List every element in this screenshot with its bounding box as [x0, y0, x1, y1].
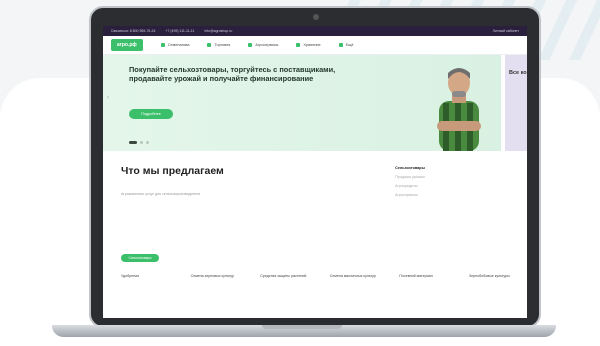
- account-link[interactable]: Личный кабинет: [493, 29, 519, 33]
- chevron-left-icon[interactable]: ‹: [107, 95, 109, 101]
- category-item[interactable]: Удобрения: [121, 274, 173, 279]
- category-list: Удобрения Семена зерновых культур Средст…: [121, 274, 521, 279]
- hero-banner: ‹ Покупайте сельхозтовары, торгуйтесь с …: [103, 55, 501, 151]
- side-item[interactable]: Агросервисы: [395, 193, 475, 197]
- topbar-left-text: Связаться: 8 800 555-76-24: [111, 29, 156, 33]
- topbar-mail[interactable]: info@agroshop.ru: [204, 29, 232, 33]
- side-item[interactable]: Продажа урожая: [395, 175, 475, 179]
- camera-icon: [313, 14, 319, 20]
- offer-subtitle: Агрокомплекс услуг для сельхозпроизводит…: [121, 192, 201, 196]
- category-item[interactable]: Средства защиты растений: [260, 274, 312, 279]
- slider-dots: [129, 141, 149, 144]
- next-slide-preview[interactable]: Все ком: [505, 55, 527, 151]
- hero-title: Покупайте сельхозтовары, торгуйтесь с по…: [129, 65, 336, 83]
- category-item[interactable]: Семена зерновых культур: [191, 274, 243, 279]
- nav-item-4[interactable]: Хранение: [296, 43, 321, 47]
- nav-label: Агросервисы: [255, 43, 279, 47]
- nav-label: Хранение: [303, 43, 321, 47]
- hero-button[interactable]: Подробнее: [129, 109, 173, 119]
- topbar-phone[interactable]: +7 (495) 111-11-11: [165, 29, 194, 33]
- nav-icon: [248, 43, 253, 47]
- slider-dot[interactable]: [146, 141, 149, 144]
- site-navbar: агро.рф Семенатива Торговля Агросервисы …: [103, 36, 527, 55]
- laptop-notch: [262, 325, 342, 329]
- laptop-lid: Связаться: 8 800 555-76-24 +7 (495) 111-…: [89, 6, 541, 328]
- slider-dot[interactable]: [140, 141, 143, 144]
- laptop-screen: Связаться: 8 800 555-76-24 +7 (495) 111-…: [103, 26, 527, 318]
- nav-icon: [207, 43, 212, 47]
- nav-icon: [296, 43, 301, 47]
- nav-item-2[interactable]: Торговля: [207, 43, 230, 47]
- offer-side-list: Сельхозтовары Продажа урожая Агрокредиты…: [395, 166, 475, 202]
- nav-label: Ещё: [345, 43, 354, 47]
- category-item[interactable]: Зернобобовые культуры: [469, 274, 521, 279]
- nav-icon: [338, 43, 343, 47]
- slider-dot[interactable]: [129, 141, 137, 144]
- category-item[interactable]: Семена масличных культур: [330, 274, 382, 279]
- side-item[interactable]: Агрокредиты: [395, 184, 475, 188]
- nav-label: Торговля: [214, 43, 231, 47]
- category-tag[interactable]: Сельхозтовары: [121, 254, 159, 262]
- nav-item-1[interactable]: Семенатива: [160, 43, 190, 47]
- nav-label: Семенатива: [167, 43, 190, 47]
- offer-title: Что мы предлагаем: [121, 165, 224, 177]
- category-item[interactable]: Посевной материал: [399, 274, 451, 279]
- next-slide-text: Все ком: [509, 70, 527, 76]
- side-item[interactable]: Сельхозтовары: [395, 166, 475, 170]
- nav-item-5[interactable]: Ещё: [338, 43, 354, 47]
- site-logo[interactable]: агро.рф: [111, 39, 143, 51]
- site-topbar: Связаться: 8 800 555-76-24 +7 (495) 111-…: [103, 26, 527, 36]
- nav-item-3[interactable]: Агросервисы: [248, 43, 278, 47]
- farmer-illustration: [437, 68, 481, 151]
- nav-icon: [160, 43, 165, 47]
